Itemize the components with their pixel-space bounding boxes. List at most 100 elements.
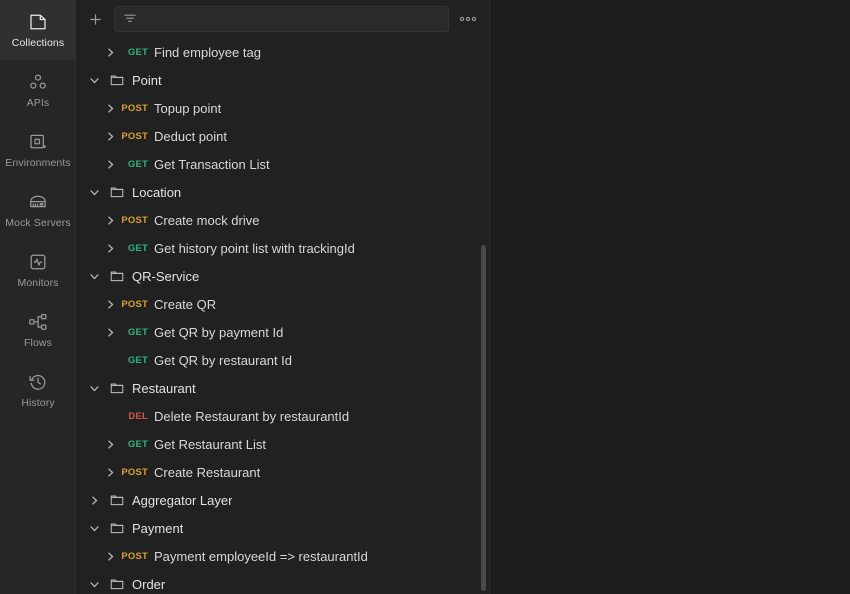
folder-icon [110,185,124,199]
chevron-right-icon[interactable] [102,100,118,116]
new-item-button[interactable] [84,8,106,30]
rail-item-label: APIs [26,96,50,109]
monitors-icon [28,252,48,272]
tree-folder-row[interactable]: Order [76,570,489,594]
plus-icon [89,13,101,25]
chevron-right-icon[interactable] [102,44,118,60]
tree-request-row[interactable]: DEL Delete Restaurant by restaurantId [76,402,489,430]
tree-folder-label: Point [132,72,162,88]
tree-request-row[interactable]: GET Get Transaction List [76,150,489,178]
http-method-badge: GET [127,46,148,58]
chevron-right-icon[interactable] [102,548,118,564]
chevron-down-icon[interactable] [86,380,102,396]
folder-icon [110,521,124,535]
collections-sidebar-panel: GET Find employee tag Point POST Topup point… [76,0,490,594]
tree-request-row[interactable]: GET Get history point list with trackingI… [76,234,489,262]
http-method-badge: GET [127,158,148,170]
tree-request-row[interactable]: POST Payment employeeId => restaurantId [76,542,489,570]
chevron-right-icon[interactable] [102,464,118,480]
chevron-down-icon[interactable] [86,520,102,536]
rail-item-label: Collections [11,36,65,49]
tree-request-label: Get QR by restaurant Id [154,352,293,368]
tree-request-label: Get QR by payment Id [154,324,284,340]
filter-search-box[interactable] [114,6,449,32]
folder-icon [110,269,124,283]
collections-scrollbar[interactable] [481,245,486,591]
rail-item-label: Flows [24,336,52,349]
tree-request-label: Create QR [154,296,217,312]
tree-request-row[interactable]: GET Find employee tag [76,38,489,66]
tree-request-label: Get Restaurant List [154,436,266,452]
rail-item-label: History [21,396,55,409]
rail-item-history[interactable]: History [0,360,76,420]
chevron-down-icon[interactable] [86,268,102,284]
http-method-badge: POST [121,298,148,310]
tree-folder-row[interactable]: Restaurant [76,374,489,402]
tree-request-row[interactable]: GET Get Restaurant List [76,430,489,458]
folder-icon [110,73,124,87]
main-content-pane [490,0,850,594]
folder-icon [110,577,124,591]
tree-folder-label: QR-Service [132,268,200,284]
tree-folder-row[interactable]: Aggregator Layer [76,486,489,514]
rail-item-flows[interactable]: Flows [0,300,76,360]
http-method-badge: GET [127,326,148,338]
chevron-down-icon[interactable] [86,184,102,200]
tree-request-label: Deduct point [154,128,227,144]
tree-folder-label: Payment [132,520,184,536]
filter-icon [123,12,137,26]
folder-icon [110,381,124,395]
chevron-down-icon[interactable] [86,576,102,592]
folder-icon [110,493,124,507]
http-method-badge: DEL [128,410,148,422]
http-method-badge: POST [121,214,148,226]
chevron-right-icon[interactable] [102,324,118,340]
chevron-right-icon[interactable] [102,212,118,228]
tree-request-row[interactable]: GET Get QR by payment Id [76,318,489,346]
tree-request-row[interactable]: POST Create mock drive [76,206,489,234]
collections-toolbar [76,0,489,38]
chevron-right-icon[interactable] [102,296,118,312]
tree-folder-row[interactable]: Payment [76,514,489,542]
tree-request-label: Create mock drive [154,212,260,228]
flows-icon [28,312,48,332]
http-method-badge: POST [121,130,148,142]
apis-icon [28,72,48,92]
tree-request-label: Payment employeeId => restaurantId [154,548,368,564]
rail-item-collections[interactable]: Collections [0,0,76,60]
chevron-right-icon[interactable] [102,240,118,256]
rail-item-mock-servers[interactable]: Mock Servers [0,180,76,240]
collections-icon [28,12,48,32]
tree-folder-row[interactable]: Point [76,66,489,94]
left-navigation-rail: Collections APIs Environments Mock Servers M… [0,0,76,594]
rail-item-label: Monitors [17,276,59,289]
chevron-right-icon[interactable] [102,436,118,452]
http-method-badge: POST [121,102,148,114]
rail-item-monitors[interactable]: Monitors [0,240,76,300]
chevron-right-icon[interactable] [102,128,118,144]
more-horizontal-icon [459,16,477,22]
rail-item-environments[interactable]: Environments [0,120,76,180]
chevron-right-icon[interactable] [86,492,102,508]
environments-icon [28,132,48,152]
tree-request-row[interactable]: POST Deduct point [76,122,489,150]
http-method-badge: GET [127,242,148,254]
search-input[interactable] [144,12,440,26]
tree-folder-row[interactable]: QR-Service [76,262,489,290]
tree-request-row[interactable]: POST Create Restaurant [76,458,489,486]
tree-request-row[interactable]: POST Create QR [76,290,489,318]
tree-folder-label: Location [132,184,182,200]
tree-folder-label: Restaurant [132,380,196,396]
more-options-button[interactable] [457,8,479,30]
tree-request-row[interactable]: POST Topup point [76,94,489,122]
tree-folder-row[interactable]: Location [76,178,489,206]
tree-request-row[interactable]: GET Get QR by restaurant Id [76,346,489,374]
http-method-badge: GET [127,354,148,366]
http-method-badge: GET [127,438,148,450]
rail-item-apis[interactable]: APIs [0,60,76,120]
collections-tree[interactable]: GET Find employee tag Point POST Topup point… [76,38,489,594]
tree-request-label: Topup point [154,100,222,116]
mock-servers-icon [28,192,48,212]
chevron-down-icon[interactable] [86,72,102,88]
chevron-right-icon[interactable] [102,156,118,172]
